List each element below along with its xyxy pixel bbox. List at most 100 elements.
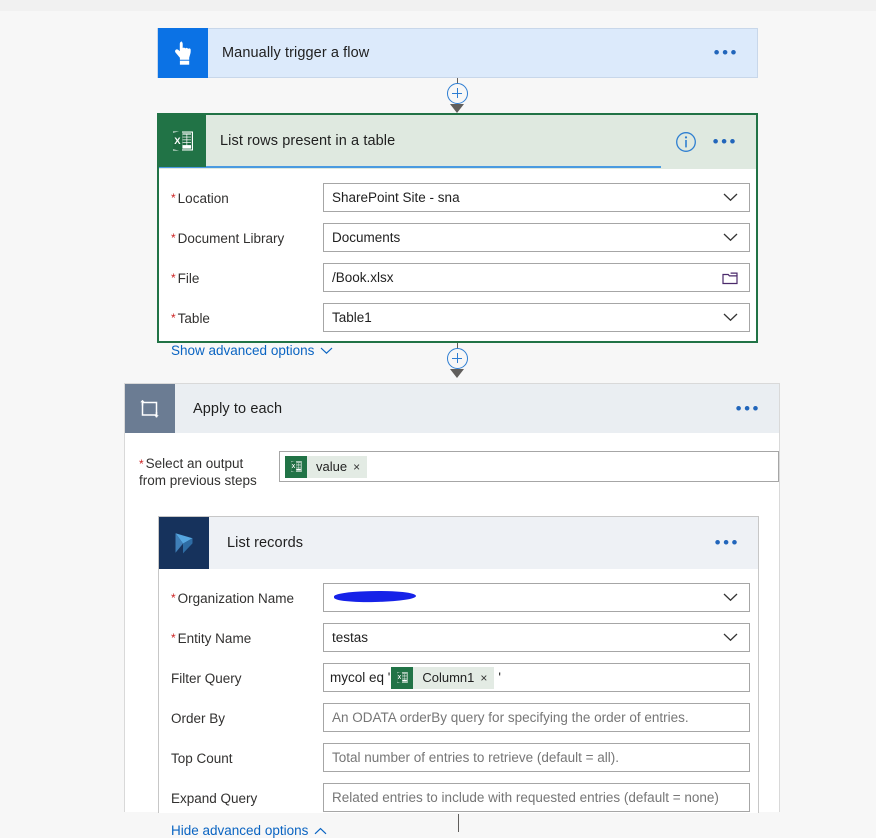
list-records-title: List records xyxy=(227,535,304,551)
info-icon[interactable] xyxy=(675,131,697,153)
excel-card-title: List rows present in a table xyxy=(220,133,396,149)
table-dropdown[interactable]: Table1 xyxy=(323,303,750,332)
organization-name-value xyxy=(332,590,719,605)
show-advanced-options-label: Show advanced options xyxy=(171,343,315,358)
filter-query-input[interactable]: mycol eq ' X Column1 × ' xyxy=(323,663,750,692)
top-count-placeholder: Total number of entries to retrieve (def… xyxy=(332,750,620,765)
list-records-header[interactable]: List records ••• xyxy=(159,517,758,569)
form-row-entity-name: * Entity Name testas xyxy=(159,623,758,652)
dynamic-content-token-column1[interactable]: X Column1 × xyxy=(391,666,495,689)
file-value: /Book.xlsx xyxy=(332,270,394,285)
apply-to-each-menu-button[interactable]: ••• xyxy=(730,400,779,417)
field-label-expand-query: Expand Query xyxy=(171,791,258,806)
field-label-entity-name: * Entity Name xyxy=(171,631,252,646)
hide-advanced-options-label: Hide advanced options xyxy=(171,823,309,838)
field-label-document-library: * Document Library xyxy=(171,231,285,246)
filter-query-suffix: ' xyxy=(498,670,501,685)
apply-to-each-card[interactable]: Apply to each ••• * Select an output from… xyxy=(124,383,780,838)
location-dropdown[interactable]: SharePoint Site - sna xyxy=(323,183,750,212)
folder-icon[interactable] xyxy=(719,267,741,289)
order-by-input[interactable]: An ODATA orderBy query for specifying th… xyxy=(323,703,750,732)
required-marker: * xyxy=(171,231,176,245)
svg-text:X: X xyxy=(174,136,181,147)
entity-name-dropdown[interactable]: testas xyxy=(323,623,750,652)
required-marker: * xyxy=(171,311,176,325)
form-row-document-library: * Document Library Documents xyxy=(159,223,756,252)
required-marker: * xyxy=(171,631,176,645)
excel-card-form: * Location SharePoint Site - sna * Docum… xyxy=(159,169,756,358)
trigger-card-title: Manually trigger a flow xyxy=(222,45,370,61)
list-records-menu-button[interactable]: ••• xyxy=(709,534,758,551)
field-label-filter-query: Filter Query xyxy=(171,671,242,686)
required-marker: * xyxy=(171,191,176,205)
apply-to-each-title: Apply to each xyxy=(193,400,283,417)
trigger-card-menu-button[interactable]: ••• xyxy=(708,44,757,61)
hide-advanced-options-link[interactable]: Hide advanced options xyxy=(171,823,327,838)
order-by-placeholder: An ODATA orderBy query for specifying th… xyxy=(332,710,689,725)
field-label-file: * File xyxy=(171,271,200,286)
form-row-filter-query: Filter Query mycol eq ' X Column1 × ' xyxy=(159,663,758,692)
chevron-down-icon xyxy=(719,227,741,249)
field-label-select-output: * Select an output from previous steps xyxy=(139,456,257,488)
filter-query-value: mycol eq ' X Column1 × ' xyxy=(330,666,743,689)
excel-icon: X xyxy=(159,115,206,167)
excel-card-header[interactable]: X List rows present in a table ••• xyxy=(159,115,756,169)
form-row-expand-query: Expand Query Related entries to include … xyxy=(159,783,758,812)
chevron-down-icon xyxy=(320,347,333,354)
form-row-file: * File /Book.xlsx xyxy=(159,263,756,292)
token-label: value xyxy=(316,459,348,474)
expand-query-placeholder: Related entries to include with requeste… xyxy=(332,790,719,805)
connector-arrow-head xyxy=(450,104,464,113)
touch-hand-icon xyxy=(158,28,208,78)
add-step-button-1[interactable] xyxy=(447,83,468,104)
add-step-button-2[interactable] xyxy=(447,348,468,369)
chevron-down-icon xyxy=(719,587,741,609)
form-row-top-count: Top Count Total number of entries to ret… xyxy=(159,743,758,772)
connector-line-below-list-records xyxy=(458,814,459,832)
token-remove-button[interactable]: × xyxy=(480,671,494,685)
chevron-down-icon xyxy=(719,307,741,329)
trigger-card[interactable]: Manually trigger a flow ••• xyxy=(157,28,758,78)
field-label-organization-name: * Organization Name xyxy=(171,591,294,606)
dynamics365-icon xyxy=(159,517,209,569)
field-label-table: * Table xyxy=(171,311,210,326)
required-marker: * xyxy=(171,271,176,285)
top-count-input[interactable]: Total number of entries to retrieve (def… xyxy=(323,743,750,772)
form-row-table: * Table Table1 xyxy=(159,303,756,332)
expand-query-input[interactable]: Related entries to include with requeste… xyxy=(323,783,750,812)
flow-designer-canvas: Manually trigger a flow ••• X List rows … xyxy=(0,0,876,838)
table-value: Table1 xyxy=(332,310,372,325)
dynamics-list-records-card[interactable]: List records ••• * Organization Name * E… xyxy=(158,516,759,838)
required-marker: * xyxy=(171,591,176,605)
token-remove-button[interactable]: × xyxy=(353,460,367,474)
location-value: SharePoint Site - sna xyxy=(332,190,460,205)
list-records-form: * Organization Name * Entity Name testas… xyxy=(159,569,758,838)
field-label-top-count: Top Count xyxy=(171,751,233,766)
show-advanced-options-link[interactable]: Show advanced options xyxy=(171,343,333,358)
chevron-up-icon xyxy=(314,827,327,834)
filter-query-prefix: mycol eq ' xyxy=(330,670,391,685)
form-row-select-output: * Select an output from previous steps X… xyxy=(125,451,779,489)
organization-name-dropdown[interactable] xyxy=(323,583,750,612)
excel-card-menu-button[interactable]: ••• xyxy=(707,133,756,150)
token-label: Column1 xyxy=(422,670,475,685)
entity-name-value: testas xyxy=(332,630,369,645)
trigger-card-header[interactable]: Manually trigger a flow ••• xyxy=(158,28,757,78)
file-picker-input[interactable]: /Book.xlsx xyxy=(323,263,750,292)
form-row-order-by: Order By An ODATA orderBy query for spec… xyxy=(159,703,758,732)
document-library-dropdown[interactable]: Documents xyxy=(323,223,750,252)
required-marker: * xyxy=(139,457,144,471)
chevron-down-icon xyxy=(719,187,741,209)
excel-icon: X xyxy=(285,455,307,478)
form-row-organization-name: * Organization Name xyxy=(159,583,758,612)
select-output-input[interactable]: X value × xyxy=(279,451,779,482)
chevron-down-icon xyxy=(719,627,741,649)
excel-icon: X xyxy=(391,666,414,689)
connector-arrow-head xyxy=(450,369,464,378)
form-row-location: * Location SharePoint Site - sna xyxy=(159,183,756,212)
apply-to-each-header[interactable]: Apply to each ••• xyxy=(125,384,779,433)
redacted-value xyxy=(333,590,417,604)
excel-action-card[interactable]: X List rows present in a table ••• * Loc xyxy=(157,113,758,358)
loop-icon xyxy=(125,384,175,433)
dynamic-content-token-value[interactable]: X value × xyxy=(285,455,368,478)
